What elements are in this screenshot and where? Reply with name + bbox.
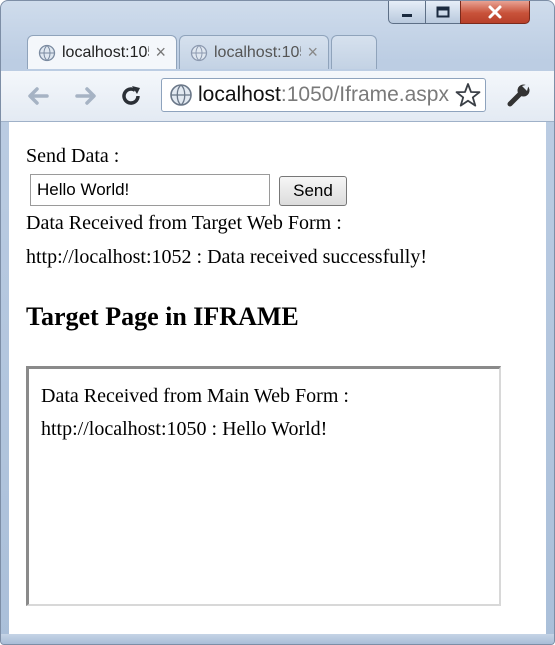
iframe-heading: Target Page in IFRAME: [26, 302, 299, 331]
address-host: localhost: [198, 83, 281, 106]
tab-target-page[interactable]: localhost:1052/Target.aspx ×: [179, 35, 329, 69]
globe-icon: [190, 44, 208, 61]
reload-icon: [122, 86, 140, 105]
received-from-main-value: http://localhost:1050 : Hello World!: [41, 418, 328, 440]
window-bottom-border: [1, 634, 554, 644]
bookmark-star-button[interactable]: [455, 82, 481, 108]
address-path: :1050/Iframe.aspx: [280, 83, 449, 106]
back-arrow-icon: [28, 87, 49, 105]
browser-window: localhost:1050/Iframe.aspx × localhost:1…: [0, 0, 555, 645]
maximize-button[interactable]: [425, 1, 461, 24]
tab-close-icon[interactable]: ×: [155, 42, 166, 63]
received-from-main-label: Data Received from Main Web Form :: [41, 385, 349, 407]
tab-iframe-page[interactable]: localhost:1050/Iframe.aspx ×: [27, 35, 177, 69]
globe-icon: [38, 44, 56, 61]
tab-close-icon[interactable]: ×: [307, 42, 318, 63]
close-window-button[interactable]: [460, 1, 530, 24]
address-text: localhost:1050/Iframe.aspx: [194, 83, 485, 107]
send-button[interactable]: Send: [279, 176, 347, 206]
back-button[interactable]: [25, 83, 51, 109]
forward-button[interactable]: [73, 83, 99, 109]
title-bar: [1, 1, 554, 35]
wrench-icon: [507, 84, 530, 107]
minimize-button[interactable]: [388, 1, 426, 24]
forward-arrow-icon: [75, 87, 96, 105]
tab-strip: localhost:1050/Iframe.aspx × localhost:1…: [1, 35, 554, 71]
received-from-target-label: Data Received from Target Web Form :: [26, 212, 342, 234]
tab-label: localhost:1052/Target.aspx: [214, 43, 302, 61]
close-icon: [488, 5, 502, 19]
target-iframe[interactable]: Data Received from Main Web Form : http:…: [26, 366, 501, 606]
received-from-target-value: http://localhost:1052 : Data received su…: [26, 246, 427, 268]
minimize-icon: [402, 14, 412, 17]
star-icon: [455, 83, 481, 107]
send-data-input[interactable]: [30, 174, 270, 206]
send-data-label: Send Data :: [26, 145, 120, 167]
page-content: Send Data : Send Data Received from Targ…: [9, 122, 546, 634]
toolbar: localhost:1050/Iframe.aspx: [1, 71, 554, 122]
settings-wrench-button[interactable]: [506, 82, 532, 108]
address-bar[interactable]: localhost:1050/Iframe.aspx: [161, 78, 486, 112]
page-globe-icon: [170, 84, 192, 106]
reload-button[interactable]: [118, 83, 144, 109]
tab-label: localhost:1050/Iframe.aspx: [62, 43, 150, 61]
maximize-icon: [436, 6, 450, 18]
new-tab-button[interactable]: [331, 35, 377, 69]
